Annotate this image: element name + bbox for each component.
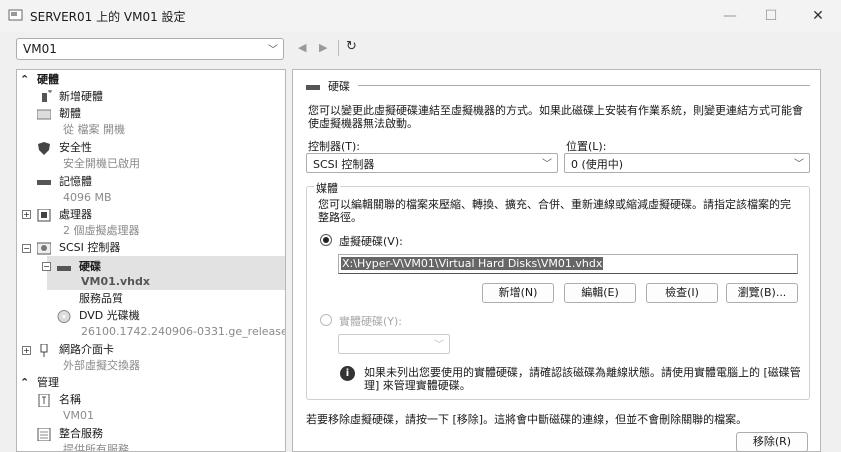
forward-icon[interactable]: ▶ [319, 41, 327, 54]
memory-icon [37, 180, 51, 185]
tree-item-firmware[interactable]: 韌體 [59, 106, 81, 122]
tree-item-nic-sub: 外部虛擬交換器 [63, 359, 140, 372]
collapse-management-icon[interactable]: ⌃ [20, 375, 29, 391]
media-label: 媒體 [314, 180, 340, 196]
details-scrollbar[interactable] [821, 69, 841, 452]
hard-drive-icon [57, 266, 71, 271]
refresh-icon[interactable]: ↻ [346, 39, 357, 54]
settings-window-icon [8, 9, 23, 21]
collapse-hard-drive-icon[interactable]: − [42, 262, 51, 271]
tree-item-hard-drive-sub: VM01.vhdx [81, 275, 150, 288]
vm-selector-value: VM01 [23, 42, 57, 56]
integration-services-icon [37, 428, 51, 441]
media-description: 您可以編輯關聯的檔案來壓縮、轉換、擴充、合併、重新連線或縮減虛擬硬碟。請指定該檔… [318, 198, 791, 224]
tree-item-name-sub: VM01 [63, 409, 95, 422]
controller-label: 控制器(T): [308, 140, 361, 153]
physical-disk-radio[interactable] [320, 314, 332, 326]
tree-item-scsi-controller[interactable]: SCSI 控制器 [59, 240, 120, 256]
firmware-icon [37, 109, 51, 120]
inspect-button[interactable]: 檢查(I) [646, 283, 718, 303]
tree-item-nic[interactable]: 網路介面卡 [59, 342, 114, 358]
network-adapter-icon [40, 344, 48, 357]
minimize-button[interactable]: — [720, 6, 740, 26]
tree-item-processor-sub: 2 個虛擬處理器 [63, 224, 140, 237]
tree-item-integration-services-sub: 提供所有服務 [63, 443, 129, 452]
tree-item-security-sub: 安全開機已啟用 [63, 157, 140, 170]
hard-drive-header-icon [306, 85, 320, 90]
tree-item-qos[interactable]: 服務品質 [79, 291, 123, 307]
chevron-down-icon: ﹀ [542, 159, 552, 170]
radio-selected-dot [323, 237, 329, 243]
physical-disk-label: 實體硬碟(Y): [339, 315, 403, 328]
chevron-down-icon: ﹀ [268, 45, 278, 56]
add-hardware-icon [42, 90, 52, 102]
collapse-scsi-icon[interactable]: − [22, 244, 31, 253]
description-text: 您可以變更此虛擬硬碟連結至虛擬機器的方式。如果此磁碟上安裝有作業系統，則變更連結… [308, 104, 803, 130]
chevron-down-icon: ﹀ [794, 159, 804, 170]
expand-processor-icon[interactable]: + [22, 210, 31, 219]
tree-item-dvd[interactable]: DVD 光碟機 [79, 308, 140, 324]
virtual-disk-path-input[interactable]: X:\Hyper-V\VM01\Virtual Hard Disks\VM01.… [338, 254, 798, 274]
title-bar: SERVER01 上的 VM01 設定 — ☐ ✕ [0, 0, 841, 32]
tree-item-security[interactable]: 安全性 [59, 140, 92, 156]
dvd-icon [57, 310, 71, 323]
browse-button[interactable]: 瀏覽(B)... [726, 283, 798, 303]
management-section-header: 管理 [37, 376, 59, 389]
location-select[interactable]: 0 (使用中) ﹀ [564, 153, 810, 173]
physical-disk-select[interactable]: ﹀ [338, 334, 450, 354]
tree-item-memory[interactable]: 記憶體 [59, 174, 92, 190]
section-title: 硬碟 [328, 80, 350, 93]
maximize-button[interactable]: ☐ [761, 6, 781, 26]
new-button[interactable]: 新增(N) [482, 283, 554, 303]
tree-item-firmware-sub: 從 檔案 開機 [63, 123, 125, 136]
remove-instruction-text: 若要移除虛擬硬碟，請按一下 [移除]。這將會中斷磁碟的連線，但並不會刪除關聯的檔… [306, 413, 748, 426]
tree-item-processor[interactable]: 處理器 [59, 207, 92, 223]
back-icon[interactable]: ◀ [298, 41, 306, 54]
tree-item-memory-sub: 4096 MB [63, 191, 112, 204]
expand-nic-icon[interactable]: + [22, 346, 31, 355]
scsi-controller-icon [37, 242, 51, 255]
processor-icon [37, 209, 51, 222]
close-button[interactable]: ✕ [808, 6, 828, 26]
section-title-divider [358, 85, 810, 86]
tree-item-hard-drive[interactable]: 硬碟 [79, 259, 101, 275]
toolbar-separator [338, 40, 339, 56]
name-icon [38, 394, 50, 407]
controller-select-value: SCSI 控制器 [313, 158, 375, 171]
window-title: SERVER01 上的 VM01 設定 [30, 10, 186, 24]
hardware-tree: ⌃ 硬體 新增硬體 韌體 從 檔案 開機 安全性 安全開機已啟用 記憶體 409… [16, 69, 286, 452]
controller-select[interactable]: SCSI 控制器 ﹀ [306, 153, 558, 173]
vm-selector[interactable]: VM01 ﹀ [16, 38, 284, 60]
virtual-disk-label: 虛擬硬碟(V): [339, 235, 403, 248]
tree-item-add-hardware[interactable]: 新增硬體 [59, 89, 103, 105]
hardware-section-header: 硬體 [37, 73, 59, 86]
info-icon: i [340, 366, 355, 381]
chevron-down-icon: ﹀ [434, 340, 444, 351]
shield-icon [38, 142, 50, 155]
virtual-disk-radio[interactable] [320, 234, 332, 246]
remove-button[interactable]: 移除(R) [736, 432, 808, 452]
collapse-hardware-icon[interactable]: ⌃ [20, 72, 29, 88]
tree-item-dvd-sub: 26100.1742.240906-0331.ge_release... [81, 325, 286, 338]
location-select-value: 0 (使用中) [571, 158, 624, 171]
tree-item-name[interactable]: 名稱 [59, 392, 81, 408]
virtual-disk-path-value: X:\Hyper-V\VM01\Virtual Hard Disks\VM01.… [341, 257, 604, 270]
location-label: 位置(L): [566, 140, 607, 153]
edit-button[interactable]: 編輯(E) [564, 283, 636, 303]
tree-item-integration-services[interactable]: 整合服務 [59, 426, 103, 442]
info-text: 如果未列出您要使用的實體硬碟，請確認該磁碟為離線狀態。請使用實體電腦上的 [磁碟… [364, 366, 801, 392]
